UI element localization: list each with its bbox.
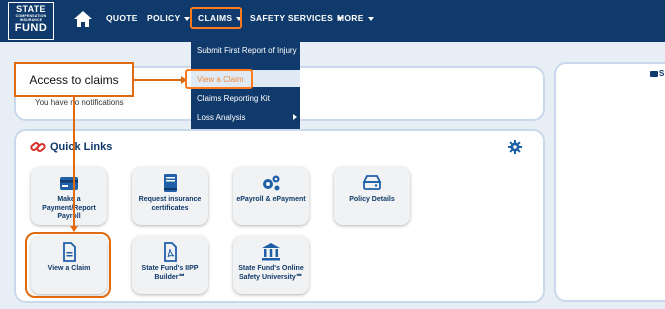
menu-item-submit-first-report[interactable]: Submit First Report of Injury bbox=[197, 45, 297, 56]
notifications-empty-text: You have no notifications bbox=[35, 98, 124, 107]
tile-label: Request insurance certificates bbox=[138, 196, 202, 212]
quick-link-epayroll[interactable]: ePayroll & ePayment bbox=[233, 167, 309, 225]
gear-icon[interactable] bbox=[508, 140, 522, 154]
link-icon bbox=[30, 142, 46, 152]
video-icon bbox=[650, 71, 658, 77]
quick-link-request-certificates[interactable]: Request insurance certificates bbox=[132, 167, 208, 225]
book-icon bbox=[164, 174, 177, 192]
view-claim-tile-highlight-box bbox=[25, 232, 111, 298]
right-panel-title: S bbox=[659, 69, 665, 78]
quick-link-iipp-builder[interactable]: State Fund's IIPP Builder℠ bbox=[132, 236, 208, 294]
gears-icon bbox=[263, 175, 280, 191]
tile-label: State Fund's Online Safety University℠ bbox=[238, 265, 304, 281]
submenu-arrow-icon bbox=[293, 114, 297, 120]
tile-label: State Fund's IIPP Builder℠ bbox=[141, 265, 199, 281]
menu-item-claims-reporting-kit[interactable]: Claims Reporting Kit bbox=[197, 93, 270, 104]
annotation-arrowhead-down bbox=[70, 226, 78, 232]
drive-icon bbox=[362, 175, 382, 190]
institution-icon bbox=[262, 243, 280, 261]
quick-link-policy-details[interactable]: Policy Details bbox=[334, 167, 410, 225]
pdf-icon bbox=[164, 242, 177, 262]
logo-line1: STATE bbox=[16, 4, 46, 14]
menu-item-loss-analysis[interactable]: Loss Analysis bbox=[197, 112, 245, 123]
logo-line4: FUND bbox=[14, 22, 48, 34]
quick-link-safety-university[interactable]: State Fund's Online Safety University℠ bbox=[233, 236, 309, 294]
nav-policy[interactable]: POLICY bbox=[147, 13, 191, 23]
annotation-callout: Access to claims bbox=[14, 62, 134, 97]
view-claim-highlight-box bbox=[185, 69, 253, 89]
right-panel bbox=[554, 62, 665, 302]
claims-highlight-box bbox=[190, 7, 242, 29]
tile-label: ePayroll & ePayment bbox=[236, 196, 306, 203]
caret-down-icon bbox=[367, 16, 374, 21]
annotation-arrow-vertical bbox=[73, 97, 75, 229]
top-nav-bar: STATE COMPENSATION INSURANCE FUND QUOTE … bbox=[0, 0, 665, 42]
annotation-arrow-horizontal bbox=[134, 79, 184, 81]
tile-label: Make a Payment/Report Payroll bbox=[42, 196, 96, 220]
nav-quote[interactable]: QUOTE bbox=[106, 13, 138, 23]
nav-safety-services[interactable]: SAFETY SERVICES bbox=[250, 13, 344, 23]
quick-links-title: Quick Links bbox=[50, 141, 113, 153]
quick-link-make-payment[interactable]: Make a Payment/Report Payroll bbox=[31, 167, 107, 225]
credit-card-icon bbox=[60, 177, 78, 190]
nav-more[interactable]: MORE bbox=[337, 13, 374, 23]
home-icon[interactable] bbox=[73, 9, 93, 29]
state-fund-logo[interactable]: STATE COMPENSATION INSURANCE FUND bbox=[8, 2, 54, 40]
tile-label: Policy Details bbox=[349, 196, 395, 203]
